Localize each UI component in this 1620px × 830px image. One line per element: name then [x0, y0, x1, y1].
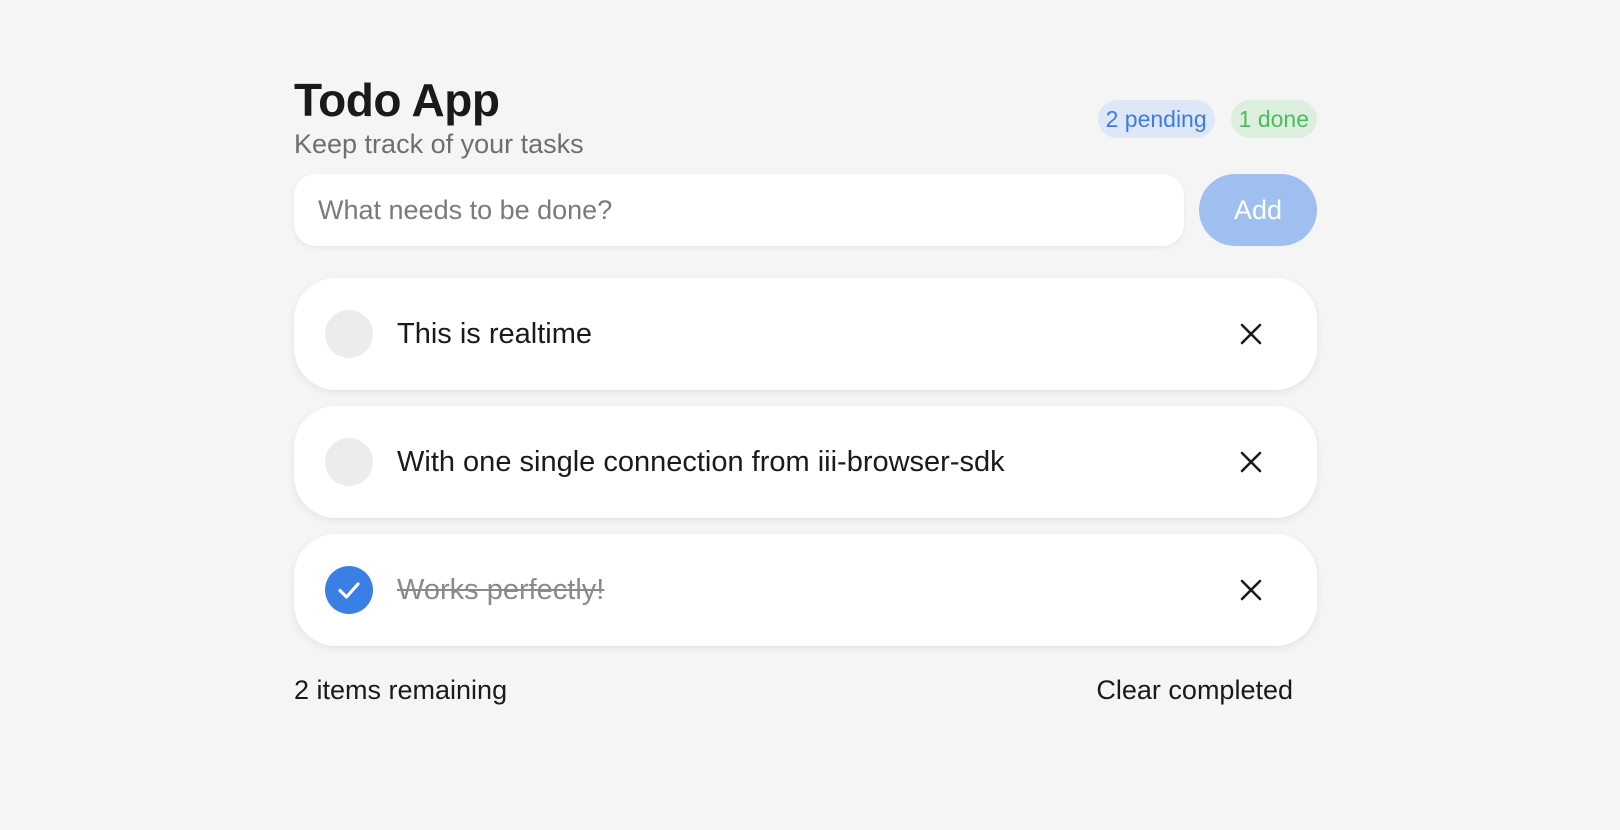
status-badges: 2 pending 1 done [1097, 100, 1317, 138]
pending-count-badge: 2 pending [1097, 100, 1215, 138]
page-subtitle: Keep track of your tasks [294, 129, 584, 159]
todo-item: Works perfectly! [294, 534, 1317, 646]
checkmark-icon [338, 582, 360, 599]
delete-button[interactable] [1235, 446, 1267, 478]
todo-text: This is realtime [397, 318, 592, 350]
todo-app: Todo App Keep track of your tasks 2 pend… [294, 74, 1317, 710]
todo-checkbox[interactable] [325, 310, 373, 358]
add-button[interactable]: Add [1199, 174, 1317, 246]
header: Todo App Keep track of your tasks 2 pend… [294, 74, 1317, 160]
page-title: Todo App [294, 74, 500, 126]
items-remaining: 2 items remaining [294, 675, 508, 705]
delete-button[interactable] [1235, 318, 1267, 350]
todo-list: This is realtime With one single connect… [294, 278, 1317, 646]
todo-item: With one single connection from iii-brow… [294, 406, 1317, 518]
done-count-badge: 1 done [1230, 100, 1317, 138]
close-icon [1240, 579, 1262, 601]
new-todo-input[interactable] [294, 174, 1184, 246]
add-todo-form: Add [294, 174, 1317, 246]
todo-checkbox[interactable] [325, 438, 373, 486]
delete-button[interactable] [1235, 574, 1267, 606]
todo-checkbox[interactable] [325, 566, 373, 614]
todo-item: This is realtime [294, 278, 1317, 390]
clear-completed-button[interactable]: Clear completed [1096, 670, 1293, 710]
todo-text: With one single connection from iii-brow… [397, 446, 1005, 478]
close-icon [1240, 451, 1262, 473]
todo-text: Works perfectly! [397, 574, 605, 606]
close-icon [1240, 323, 1262, 345]
footer: 2 items remaining Clear completed [294, 670, 1317, 710]
